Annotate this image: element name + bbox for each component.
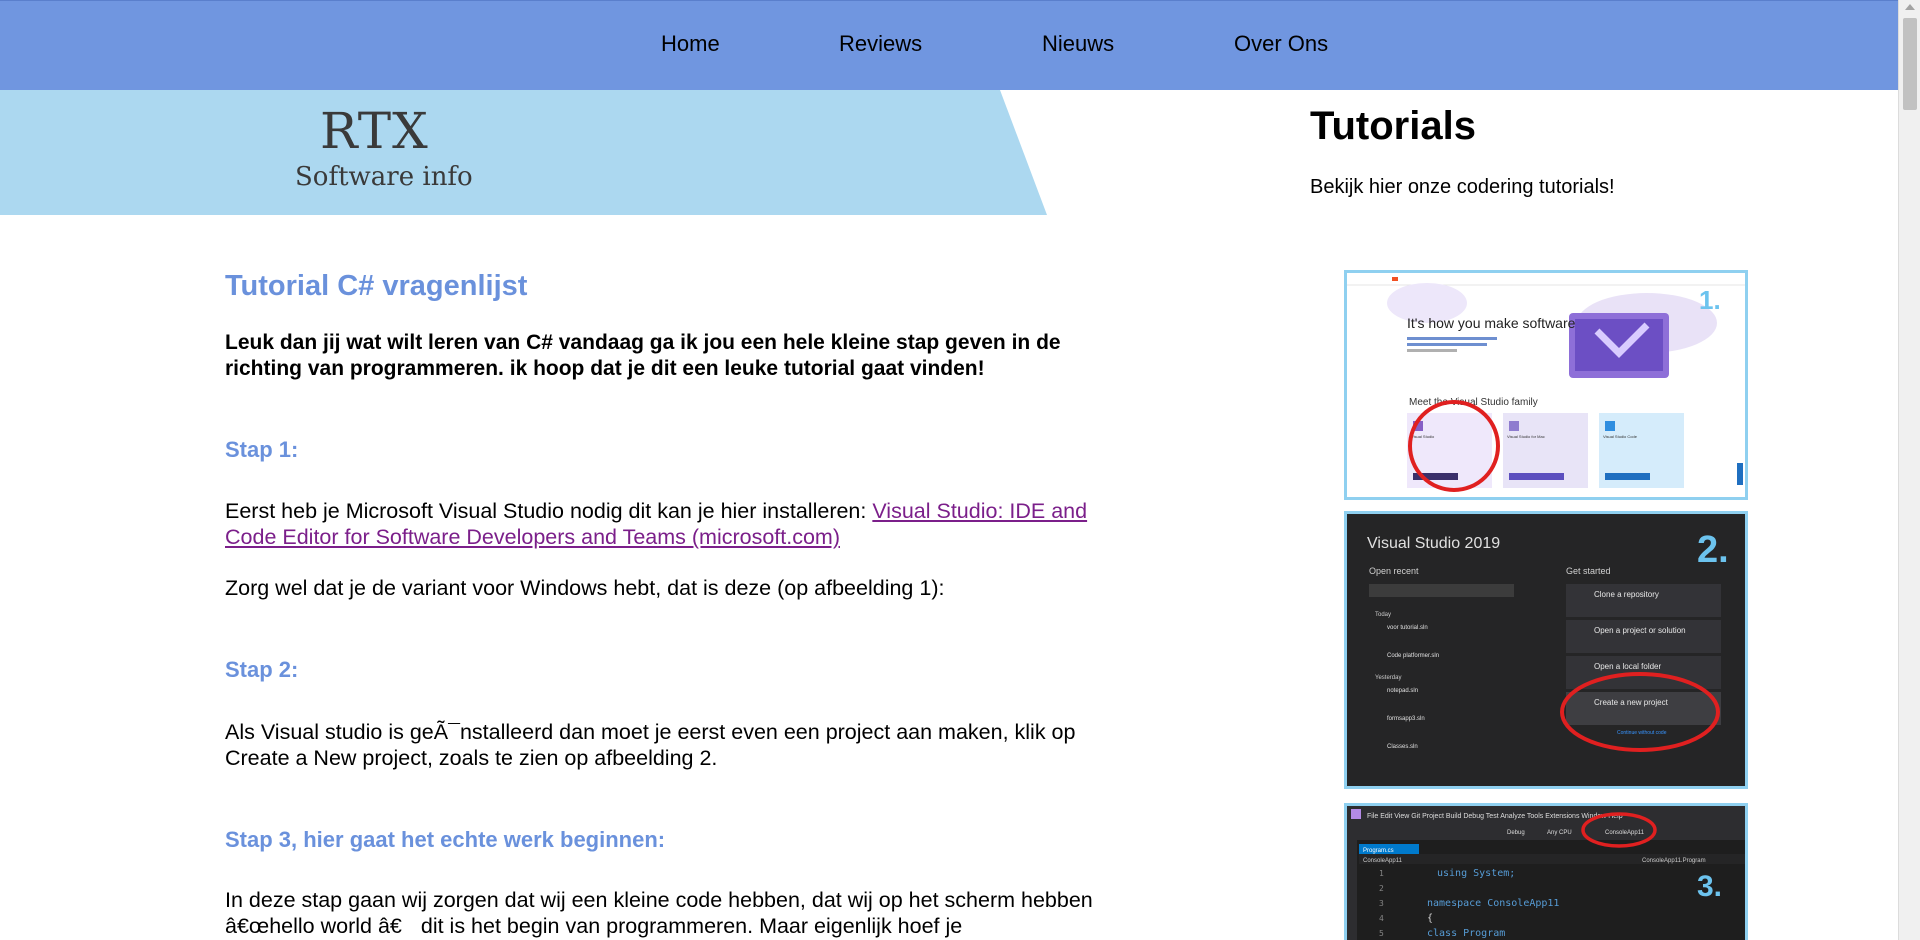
logo-banner [0, 90, 1047, 215]
vs-line-4: 4 [1379, 914, 1384, 923]
vs-code-5: class Program [1427, 928, 1505, 939]
step1-text: Eerst heb je Microsoft Visual Studio nod… [225, 498, 1095, 550]
sidebar-title: Tutorials [1310, 104, 1476, 148]
vs-breadcrumb: ConsoleApp11.Program [1642, 858, 1706, 864]
step1-text2: Zorg wel dat je de variant voor Windows … [225, 576, 945, 600]
vs-editor-tab: Program.cs [1363, 848, 1394, 854]
vs-config: Debug [1507, 830, 1525, 836]
step2-heading: Stap 2: [225, 657, 299, 682]
vs-get-started: Get started [1566, 566, 1611, 576]
vs-code-4: { [1427, 913, 1433, 924]
step2-text: Als Visual studio is geÃ¯nstalleerd dan … [225, 720, 1076, 770]
tutorial-image-2[interactable]: Visual Studio 2019 2. Open recent Get st… [1344, 511, 1748, 789]
step1-text-lead: Eerst heb je Microsoft Visual Studio nod… [225, 499, 873, 523]
vs-platform: Any CPU [1547, 830, 1572, 836]
tutorial-image-1[interactable]: It's how you make software Meet the Visu… [1344, 270, 1748, 500]
image-number-2: 2. [1697, 529, 1729, 571]
vs-start-window-screenshot: Visual Studio 2019 2. Open recent Get st… [1347, 514, 1745, 786]
main-nav: Home Reviews Nieuws Over Ons [0, 1, 1898, 91]
vs-line-5: 5 [1379, 929, 1384, 938]
vs-card-2: Visual Studio for Mac [1507, 434, 1545, 439]
vs-card-3: Visual Studio Code [1603, 434, 1638, 439]
sidebar-subtitle: Bekijk hier onze codering tutorials! [1310, 176, 1615, 198]
vs-line-3: 3 [1379, 899, 1384, 908]
vs-action-open: Open a project or solution [1594, 626, 1686, 635]
vs-code-3: namespace ConsoleApp11 [1427, 898, 1559, 909]
article-title: Tutorial C# vragenlijst [225, 270, 528, 302]
nav-nieuws[interactable]: Nieuws [1042, 31, 1114, 57]
vs-recent-1: voor tutorial.sln [1387, 625, 1428, 631]
vs-recent-4: formsapp3.sln [1387, 716, 1425, 722]
vs-recent-5: Classes.sln [1387, 744, 1418, 750]
vs-action-clone: Clone a repository [1594, 590, 1659, 599]
vs-card-1: Visual Studio [1411, 434, 1435, 439]
vs-menu-bar: File Edit View Git Project Build Debug T… [1367, 813, 1623, 820]
vs-action-folder: Open a local folder [1594, 662, 1661, 671]
vs-action-create: Create a new project [1594, 698, 1669, 707]
vs-download-page-screenshot: It's how you make software Meet the Visu… [1347, 273, 1745, 492]
nav-home[interactable]: Home [661, 31, 720, 57]
step3-text: In deze stap gaan wij zorgen dat wij een… [225, 888, 1093, 938]
image-number-3: 3. [1697, 870, 1722, 903]
article-intro: Leuk dan jij wat wilt leren van C# vanda… [225, 331, 1061, 380]
scrollbar-thumb[interactable] [1903, 18, 1917, 110]
vs-line-2: 2 [1379, 884, 1384, 893]
vs-group-yesterday: Yesterday [1375, 675, 1401, 681]
vs-project-name: ConsoleApp11 [1363, 858, 1403, 864]
top-nav-bar: Home Reviews Nieuws Over Ons [0, 0, 1898, 90]
scroll-up-arrow-icon[interactable] [1905, 4, 1915, 10]
page-scrollbar[interactable] [1898, 0, 1920, 940]
vs-window-title: Visual Studio 2019 [1367, 535, 1500, 552]
vs-recent-2: Code platformer.sln [1387, 653, 1439, 659]
vs-page-heading: It's how you make software [1407, 315, 1576, 331]
vs-run-target: ConsoleApp11 [1605, 830, 1645, 836]
tutorial-image-3[interactable]: File Edit View Git Project Build Debug T… [1344, 803, 1748, 940]
logo-subtitle: Software info [295, 162, 473, 192]
vs-line-1: 1 [1379, 869, 1384, 878]
vs-group-today: Today [1375, 612, 1391, 618]
nav-reviews[interactable]: Reviews [839, 31, 922, 57]
nav-over-ons[interactable]: Over Ons [1234, 31, 1328, 57]
step3-heading: Stap 3, hier gaat het echte werk beginne… [225, 827, 666, 852]
vs-open-recent: Open recent [1369, 566, 1419, 576]
vs-continue-link: Continue without code [1617, 730, 1667, 736]
vs-code-1: using System; [1437, 868, 1515, 879]
logo-title[interactable]: RTX [320, 102, 429, 160]
vs-editor-screenshot: File Edit View Git Project Build Debug T… [1347, 806, 1745, 940]
step1-heading: Stap 1: [225, 437, 299, 462]
vs-recent-3: notepad.sln [1387, 688, 1418, 694]
image-number-1: 1. [1699, 285, 1721, 315]
